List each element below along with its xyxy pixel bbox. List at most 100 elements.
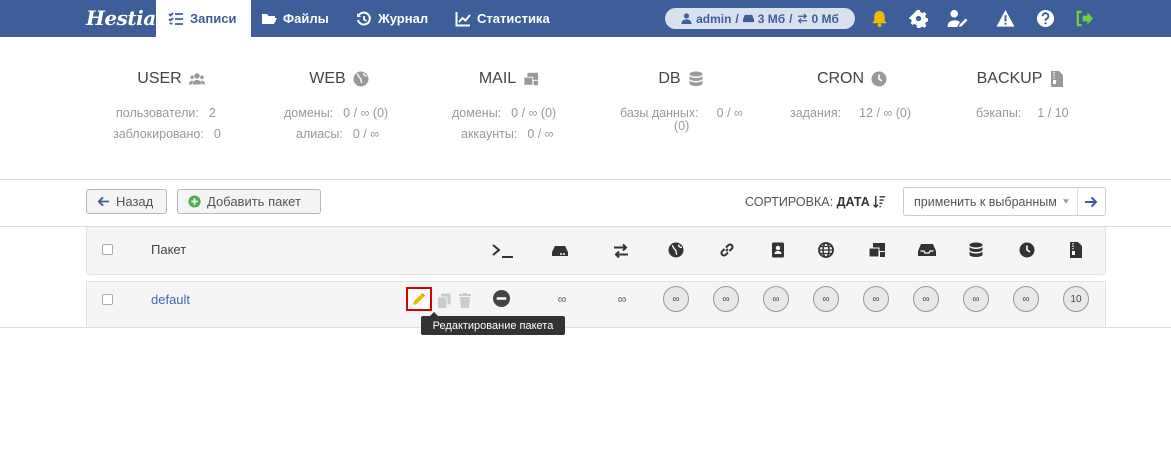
stat-value: 0 / ∞ bbox=[352, 127, 380, 141]
stat-row: бэкапы: 1 / 10 bbox=[976, 106, 1069, 120]
file-archive-icon bbox=[1070, 242, 1082, 258]
col-package-header[interactable]: Пакет bbox=[151, 242, 186, 257]
disk-usage: 3 Мб bbox=[757, 11, 786, 26]
exchange-icon bbox=[614, 243, 628, 259]
stat-label: бэкапы: bbox=[976, 106, 1022, 120]
globe-icon bbox=[353, 71, 369, 87]
username: admin bbox=[696, 11, 732, 26]
help-icon[interactable] bbox=[1036, 9, 1055, 28]
stat-row: аккаунты: 0 / ∞ bbox=[461, 127, 554, 141]
bell-icon[interactable] bbox=[870, 9, 889, 28]
add-package-button[interactable]: Добавить пакет bbox=[177, 189, 321, 214]
limit-mail-domains: ∞ bbox=[863, 286, 889, 312]
separator: / bbox=[789, 11, 793, 26]
limit-dns-records: ∞ bbox=[813, 286, 839, 312]
sort-control[interactable]: СОРТИРОВКА: ДАТА bbox=[745, 195, 886, 209]
nav-files-label: Файлы bbox=[283, 11, 329, 26]
stat-row: пользователи: 2 bbox=[116, 106, 216, 120]
chart-line-icon bbox=[455, 11, 471, 26]
history-icon bbox=[357, 11, 371, 26]
stat-label: домены: bbox=[284, 106, 334, 120]
list-check-icon bbox=[168, 11, 183, 25]
clock-icon bbox=[1019, 242, 1035, 258]
limit-mail-accounts: ∞ bbox=[913, 286, 939, 312]
divider bbox=[0, 179, 1171, 180]
copy-icon[interactable] bbox=[437, 293, 451, 309]
mail-bulk-icon bbox=[523, 72, 539, 86]
stat-value: 0 bbox=[213, 127, 221, 141]
trash-icon[interactable] bbox=[459, 293, 471, 308]
stat-label: задания: bbox=[790, 106, 842, 120]
user-status-pill[interactable]: admin / 3 Мб / 0 Мб bbox=[665, 8, 855, 29]
user-edit-icon[interactable] bbox=[947, 9, 969, 28]
sort-desc-icon bbox=[873, 195, 886, 209]
hestia-logo[interactable]: Hestia bbox=[86, 3, 156, 34]
gear-icon[interactable] bbox=[909, 9, 928, 28]
stat-row: домены: 0 / ∞ (0) bbox=[284, 106, 388, 120]
separator: / bbox=[735, 11, 739, 26]
file-archive-icon bbox=[1051, 71, 1064, 87]
logout-icon[interactable] bbox=[1075, 9, 1094, 28]
stat-title: USER bbox=[137, 70, 182, 87]
stat-value: 0 / ∞ (0) bbox=[511, 106, 557, 120]
table-header: Пакет bbox=[86, 227, 1106, 275]
package-name-link[interactable]: default bbox=[151, 292, 190, 307]
stat-cron-header: CRON bbox=[777, 70, 927, 88]
nav-stats[interactable]: Статистика bbox=[455, 0, 550, 37]
database-icon bbox=[969, 242, 983, 257]
back-button[interactable]: Назад bbox=[86, 189, 167, 214]
nav-records[interactable]: Записи bbox=[156, 0, 251, 37]
top-navbar: Hestia Записи Файлы Журнал Статистика ad… bbox=[0, 0, 1171, 37]
limit-databases: ∞ bbox=[963, 286, 989, 312]
nav-log[interactable]: Журнал bbox=[356, 0, 428, 37]
limit-backups: 10 bbox=[1063, 286, 1089, 312]
stat-row: задания: 12 / ∞ (0) bbox=[790, 106, 911, 120]
users-icon bbox=[188, 73, 205, 85]
stat-title: MAIL bbox=[478, 70, 517, 87]
edit-package-button[interactable] bbox=[406, 287, 432, 311]
stat-value: 2 bbox=[208, 106, 216, 120]
nav-files[interactable]: Файлы bbox=[261, 0, 329, 37]
globe-africa-icon bbox=[668, 242, 684, 258]
stat-value: 0 / ∞ bbox=[527, 127, 554, 141]
folder-open-icon bbox=[262, 13, 277, 24]
exchange-icon bbox=[797, 13, 807, 24]
bulk-action-label: применить к выбранным bbox=[914, 194, 1057, 209]
stat-value: 0 / ∞ bbox=[716, 106, 743, 120]
stat-value: (0) bbox=[674, 119, 690, 133]
sort-prefix: СОРТИРОВКА: bbox=[745, 195, 834, 209]
warning-triangle-icon[interactable] bbox=[996, 9, 1015, 28]
disk-quota-value: ∞ bbox=[557, 292, 567, 306]
plus-circle-icon bbox=[188, 195, 201, 208]
table-row: default ∞ ∞ ∞ ∞ ∞ ∞ ∞ ∞ ∞ ∞ 10 bbox=[86, 281, 1106, 327]
link-icon bbox=[720, 243, 734, 257]
address-book-icon bbox=[772, 242, 784, 258]
back-button-label: Назад bbox=[116, 194, 154, 209]
caret-down-icon bbox=[1062, 199, 1069, 204]
row-checkbox[interactable] bbox=[102, 294, 113, 305]
globe-icon bbox=[818, 242, 834, 258]
sort-value: ДАТА bbox=[836, 195, 870, 209]
bandwidth-value: ∞ bbox=[617, 292, 627, 306]
stat-web-header: WEB bbox=[264, 70, 414, 88]
stat-value: 0 / ∞ (0) bbox=[343, 106, 389, 120]
stat-row: заблокировано: 0 bbox=[113, 127, 221, 141]
nav-log-label: Журнал bbox=[378, 11, 429, 26]
select-all-checkbox[interactable] bbox=[102, 244, 113, 255]
add-package-button-label: Добавить пакет bbox=[207, 194, 301, 209]
pencil-icon bbox=[413, 292, 426, 305]
separator bbox=[1077, 188, 1078, 215]
database-icon bbox=[689, 71, 703, 86]
stat-backup-header: BACKUP bbox=[946, 70, 1096, 88]
stat-user-header: USER bbox=[96, 70, 246, 88]
stat-label: базы данных: bbox=[620, 106, 699, 120]
stat-row: алиасы: 0 / ∞ bbox=[296, 127, 379, 141]
stat-label: алиасы: bbox=[296, 127, 343, 141]
arrow-left-icon bbox=[97, 196, 110, 207]
bulk-action-select[interactable]: применить к выбранным bbox=[903, 187, 1106, 216]
arrow-right-icon[interactable] bbox=[1084, 195, 1098, 209]
user-icon bbox=[681, 13, 692, 24]
stat-label: пользователи: bbox=[116, 106, 199, 120]
stat-value: 1 / 10 bbox=[1037, 106, 1069, 120]
limit-web-aliases: ∞ bbox=[713, 286, 739, 312]
